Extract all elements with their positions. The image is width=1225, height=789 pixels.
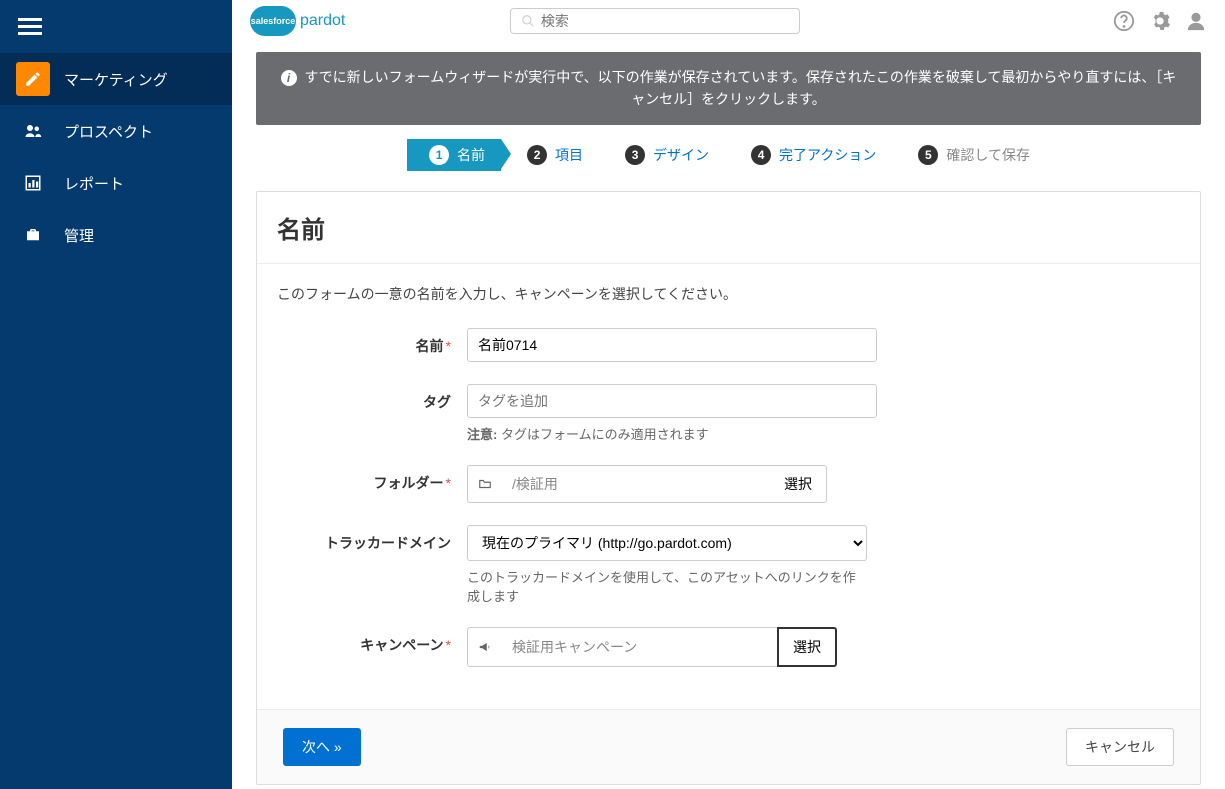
alert-text: すでに新しいフォームウィザードが実行中で、以下の作業が保存されています。保存され… — [304, 69, 1176, 107]
step-label: 項目 — [555, 145, 583, 165]
gear-icon[interactable] — [1149, 10, 1171, 32]
briefcase-icon — [16, 218, 50, 252]
tracker-select[interactable]: 現在のプライマリ (http://go.pardot.com) — [467, 525, 867, 561]
wizard-step-1: 1 名前 — [407, 139, 501, 171]
step-label: デザイン — [653, 145, 709, 165]
name-label: 名前 — [277, 328, 467, 356]
name-input[interactable] — [467, 328, 877, 362]
panel-intro: このフォームの一意の名前を入力し、キャンペーンを選択してください。 — [277, 284, 1180, 304]
tracker-help: このトラッカードメインを使用して、このアセットへのリンクを作成します — [467, 567, 867, 605]
folder-icon — [467, 465, 502, 503]
users-icon — [16, 114, 50, 148]
wizard-step-5: 5 確認して保存 — [896, 139, 1046, 171]
sidebar-item-label: レポート — [64, 173, 124, 194]
step-label: 名前 — [457, 145, 485, 165]
form-panel: 名前 このフォームの一意の名前を入力し、キャンペーンを選択してください。 名前 … — [256, 191, 1201, 785]
sidebar-item-1[interactable]: プロスペクト — [0, 105, 232, 157]
tag-label: タグ — [277, 384, 467, 412]
step-number: 2 — [527, 145, 547, 165]
folder-label: フォルダー — [277, 465, 467, 493]
sidebar: マーケティングプロスペクトレポート管理 — [0, 0, 232, 789]
sidebar-item-label: マーケティング — [64, 69, 168, 90]
tag-help: 注意: タグはフォームにのみ適用されます — [467, 424, 877, 443]
campaign-input[interactable] — [502, 627, 777, 667]
sidebar-item-2[interactable]: レポート — [0, 157, 232, 209]
menu-toggle-icon[interactable] — [0, 0, 232, 53]
folder-select-button[interactable]: 選択 — [770, 465, 827, 503]
tracker-label: トラッカードメイン — [277, 525, 467, 553]
cancel-button[interactable]: キャンセル — [1066, 728, 1174, 766]
sidebar-item-0[interactable]: マーケティング — [0, 53, 232, 105]
brand-logo[interactable]: salesforce pardot — [250, 6, 345, 36]
campaign-label: キャンペーン — [277, 627, 467, 655]
sidebar-item-label: プロスペクト — [64, 121, 153, 142]
pencil-icon — [16, 62, 50, 96]
step-label: 完了アクション — [779, 145, 876, 165]
wizard-step-3[interactable]: 3 デザイン — [603, 139, 725, 171]
info-icon: i — [281, 70, 297, 86]
folder-input[interactable] — [502, 465, 770, 503]
wizard-steps: 1 名前 2 項目 3 デザイン 4 完了アクション 5 確認して保存 — [256, 139, 1201, 171]
step-number: 5 — [918, 145, 938, 165]
user-icon[interactable] — [1185, 10, 1207, 32]
wizard-step-4[interactable]: 4 完了アクション — [729, 139, 892, 171]
sidebar-item-3[interactable]: 管理 — [0, 209, 232, 261]
step-number: 3 — [625, 145, 645, 165]
search-input[interactable] — [541, 13, 789, 29]
campaign-select-button[interactable]: 選択 — [777, 627, 837, 667]
step-number: 4 — [751, 145, 771, 165]
next-button[interactable]: 次へ » — [283, 728, 361, 766]
megaphone-icon — [467, 627, 502, 667]
step-label: 確認して保存 — [946, 145, 1030, 165]
help-icon[interactable] — [1113, 10, 1135, 32]
sidebar-item-label: 管理 — [64, 225, 94, 246]
global-search[interactable] — [510, 8, 800, 34]
wizard-step-2[interactable]: 2 項目 — [505, 139, 599, 171]
topbar: salesforce pardot — [232, 0, 1225, 42]
tag-input[interactable] — [467, 384, 877, 418]
brand-name: pardot — [300, 12, 345, 30]
search-icon — [521, 14, 535, 28]
main-area: salesforce pardot i すでに新しいフォームウィザードが実行中で… — [232, 0, 1225, 789]
salesforce-cloud-icon: salesforce — [250, 6, 296, 36]
info-alert: i すでに新しいフォームウィザードが実行中で、以下の作業が保存されています。保存… — [256, 52, 1201, 125]
step-number: 1 — [429, 145, 449, 165]
panel-title: 名前 — [277, 210, 1180, 245]
chart-icon — [16, 166, 50, 200]
